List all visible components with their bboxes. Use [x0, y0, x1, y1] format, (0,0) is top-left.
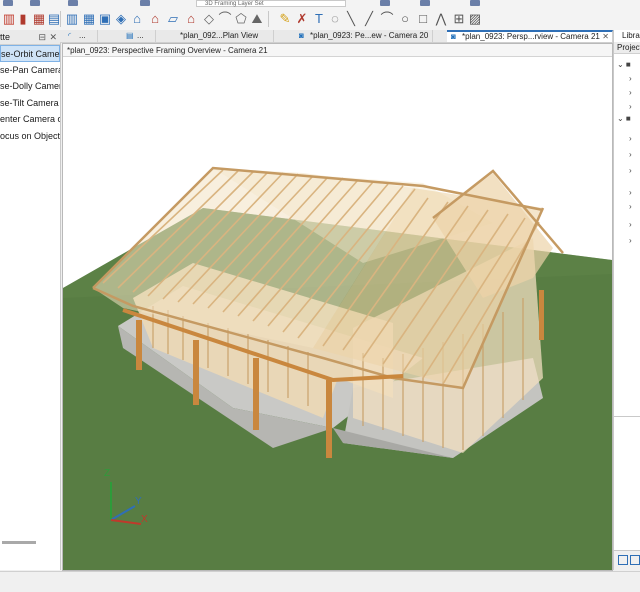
layer-set-dropdown[interactable]: 3D Framing Layer Set [196, 0, 346, 7]
pencil-icon[interactable]: ✎ [276, 10, 294, 28]
tree-expand-icon[interactable]: ⌄ ■ [617, 60, 631, 69]
tree-arrow-icon[interactable]: › [629, 188, 632, 197]
palette-header: tte ⊟ ✕ [0, 30, 60, 45]
house-icon[interactable]: ⌂ [128, 10, 146, 28]
palette-title: tte [0, 32, 11, 42]
polyline-icon[interactable]: ⋀ [432, 10, 450, 28]
toolbar-icon[interactable] [470, 0, 480, 6]
toolbar-icon[interactable] [420, 0, 430, 6]
palette-item-center-camera[interactable]: enter Camera on [0, 111, 60, 128]
foundation-icon[interactable]: ▱ [164, 10, 182, 28]
status-bar [0, 571, 640, 592]
close-icon[interactable]: ✕ [49, 30, 57, 44]
house-red-icon[interactable]: ⌂ [146, 10, 164, 28]
slash-icon[interactable]: ╱ [360, 10, 378, 28]
tab-camera-21[interactable]: ◙ *plan_0923: Persp...rview - Camera 21 ✕ [447, 30, 613, 42]
camera-view-window: *plan_0923: Perspective Framing Overview… [62, 43, 613, 571]
tree-arrow-icon[interactable]: › [629, 202, 632, 211]
terrain-icon[interactable]: ⛰ [248, 10, 266, 28]
toolbar-icon[interactable] [30, 0, 40, 6]
dimension-icon[interactable]: ✗ [293, 10, 311, 28]
pin-icon[interactable]: ⊟ [38, 30, 46, 44]
palette-item-orbit-camera[interactable]: se-Orbit Camera [0, 45, 60, 62]
3d-viewport[interactable]: Z Y X [63, 58, 612, 570]
tree-arrow-icon[interactable]: › [629, 236, 632, 245]
project-browser-panel: Libra Project ⌄ ■ › › › ⌄ ■ › › › › › › … [613, 30, 640, 571]
tree-arrow-icon[interactable]: › [629, 150, 632, 159]
view-icon[interactable] [630, 555, 640, 565]
project-header: Project [614, 42, 640, 54]
tab-doc-1[interactable]: ◜... [64, 30, 98, 42]
camera-palette: tte ⊟ ✕ se-Orbit Camera se-Pan Camera se… [0, 30, 61, 570]
palette-item-tilt-camera[interactable]: se-Tilt Camera [0, 95, 60, 112]
tree-arrow-icon[interactable]: › [629, 88, 632, 97]
tree-expand-icon[interactable]: ⌄ ■ [617, 114, 631, 123]
toolbar-icon[interactable] [380, 0, 390, 6]
tree-arrow-icon[interactable]: › [629, 220, 632, 229]
line-icon[interactable]: ╲ [342, 10, 360, 28]
toolbar-icon[interactable] [140, 0, 150, 6]
toolbar-icon[interactable] [3, 0, 13, 6]
palette-item-pan-camera[interactable]: se-Pan Camera [0, 62, 60, 79]
main-toolbar: ▥ ▮ ▦ ▤ ▥ ▦ ▣ ◈ ⌂ ⌂ ▱ ⌂ ◇ ⌒ ⬠ ⛰ ✎ ✗ T ◌ … [0, 8, 640, 31]
preview-pane [614, 416, 640, 547]
close-tab-icon[interactable]: ✕ [602, 32, 609, 42]
tree-arrow-icon[interactable]: › [629, 102, 632, 111]
palette-item-dolly-camera[interactable]: se-Dolly Camera [0, 78, 60, 95]
framing-model [63, 166, 612, 570]
tree-arrow-icon[interactable]: › [629, 74, 632, 83]
tree-arrow-icon[interactable]: › [629, 166, 632, 175]
palette-item-focus-object[interactable]: ocus on Object [0, 128, 60, 145]
tab-library[interactable]: Libra [622, 30, 640, 42]
axis-z-label: Z [104, 468, 111, 479]
save-icon[interactable] [618, 555, 628, 565]
axis-x-label: X [141, 514, 148, 525]
tab-camera-20[interactable]: ◙ *plan_0923: Pe...ew - Camera 20 [295, 30, 433, 42]
arc-icon[interactable]: ⌒ [378, 10, 396, 28]
palette-scrollbar[interactable] [0, 540, 60, 546]
image-icon[interactable]: ▨ [466, 10, 484, 28]
tree-arrow-icon[interactable]: › [629, 134, 632, 143]
circle-icon[interactable]: ○ [396, 10, 414, 28]
tab-doc-2[interactable]: ▤... [122, 30, 156, 42]
tab-plan-view[interactable]: *plan_092...Plan View [176, 30, 274, 42]
toolbar-icon[interactable] [68, 0, 78, 6]
stairs-icon[interactable]: ▥ [63, 10, 81, 28]
document-tabs: ◜... ▤... *plan_092...Plan View ◙ *plan_0… [60, 30, 640, 43]
panel-bottom-toolbar [614, 550, 640, 571]
view-title: *plan_0923: Perspective Framing Overview… [63, 44, 612, 57]
building-icon[interactable]: ⌂ [182, 10, 200, 28]
rectangle-icon[interactable]: □ [414, 10, 432, 28]
axis-y-label: Y [135, 496, 142, 507]
